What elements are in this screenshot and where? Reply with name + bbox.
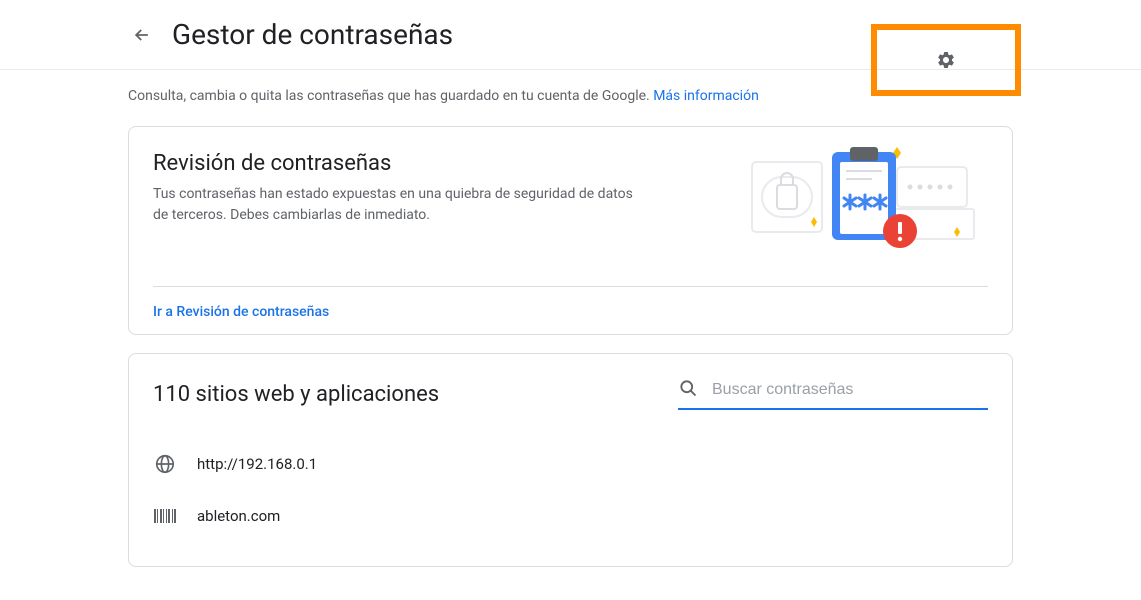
- site-name: ableton.com: [197, 507, 280, 525]
- site-row[interactable]: http://192.168.0.1: [153, 438, 988, 490]
- checkup-description: Tus contraseñas han estado expuestas en …: [153, 184, 633, 226]
- gear-icon: [936, 50, 956, 70]
- page-header: Gestor de contraseñas: [0, 0, 1141, 70]
- go-to-checkup-link[interactable]: Ir a Revisión de contraseñas: [153, 304, 329, 320]
- checkup-link-row: Ir a Revisión de contraseñas: [153, 286, 988, 334]
- checkup-illustration: [722, 137, 982, 257]
- site-name: http://192.168.0.1: [197, 455, 317, 473]
- sites-header: 110 sitios web y aplicaciones: [153, 378, 988, 410]
- search-input[interactable]: [712, 381, 988, 399]
- globe-icon: [153, 452, 177, 476]
- search-icon: [678, 378, 698, 402]
- password-checkup-card: Revisión de contraseñas Tus contraseñas …: [128, 126, 1013, 335]
- barcode-icon: [153, 504, 177, 528]
- arrow-left-icon: [132, 25, 152, 45]
- settings-button[interactable]: [934, 48, 958, 72]
- site-row[interactable]: ableton.com: [153, 490, 988, 542]
- search-field-wrap: [678, 378, 988, 410]
- sites-count-title: 110 sitios web y aplicaciones: [153, 382, 439, 407]
- sites-card: 110 sitios web y aplicaciones: [128, 353, 1013, 567]
- page-title: Gestor de contraseñas: [172, 18, 453, 51]
- learn-more-link[interactable]: Más información: [653, 88, 759, 104]
- settings-highlight-box: [871, 24, 1021, 96]
- subtitle-text: Consulta, cambia o quita las contraseñas…: [128, 88, 653, 104]
- back-button[interactable]: [130, 23, 154, 47]
- main-content: Consulta, cambia o quita las contraseñas…: [0, 70, 1141, 567]
